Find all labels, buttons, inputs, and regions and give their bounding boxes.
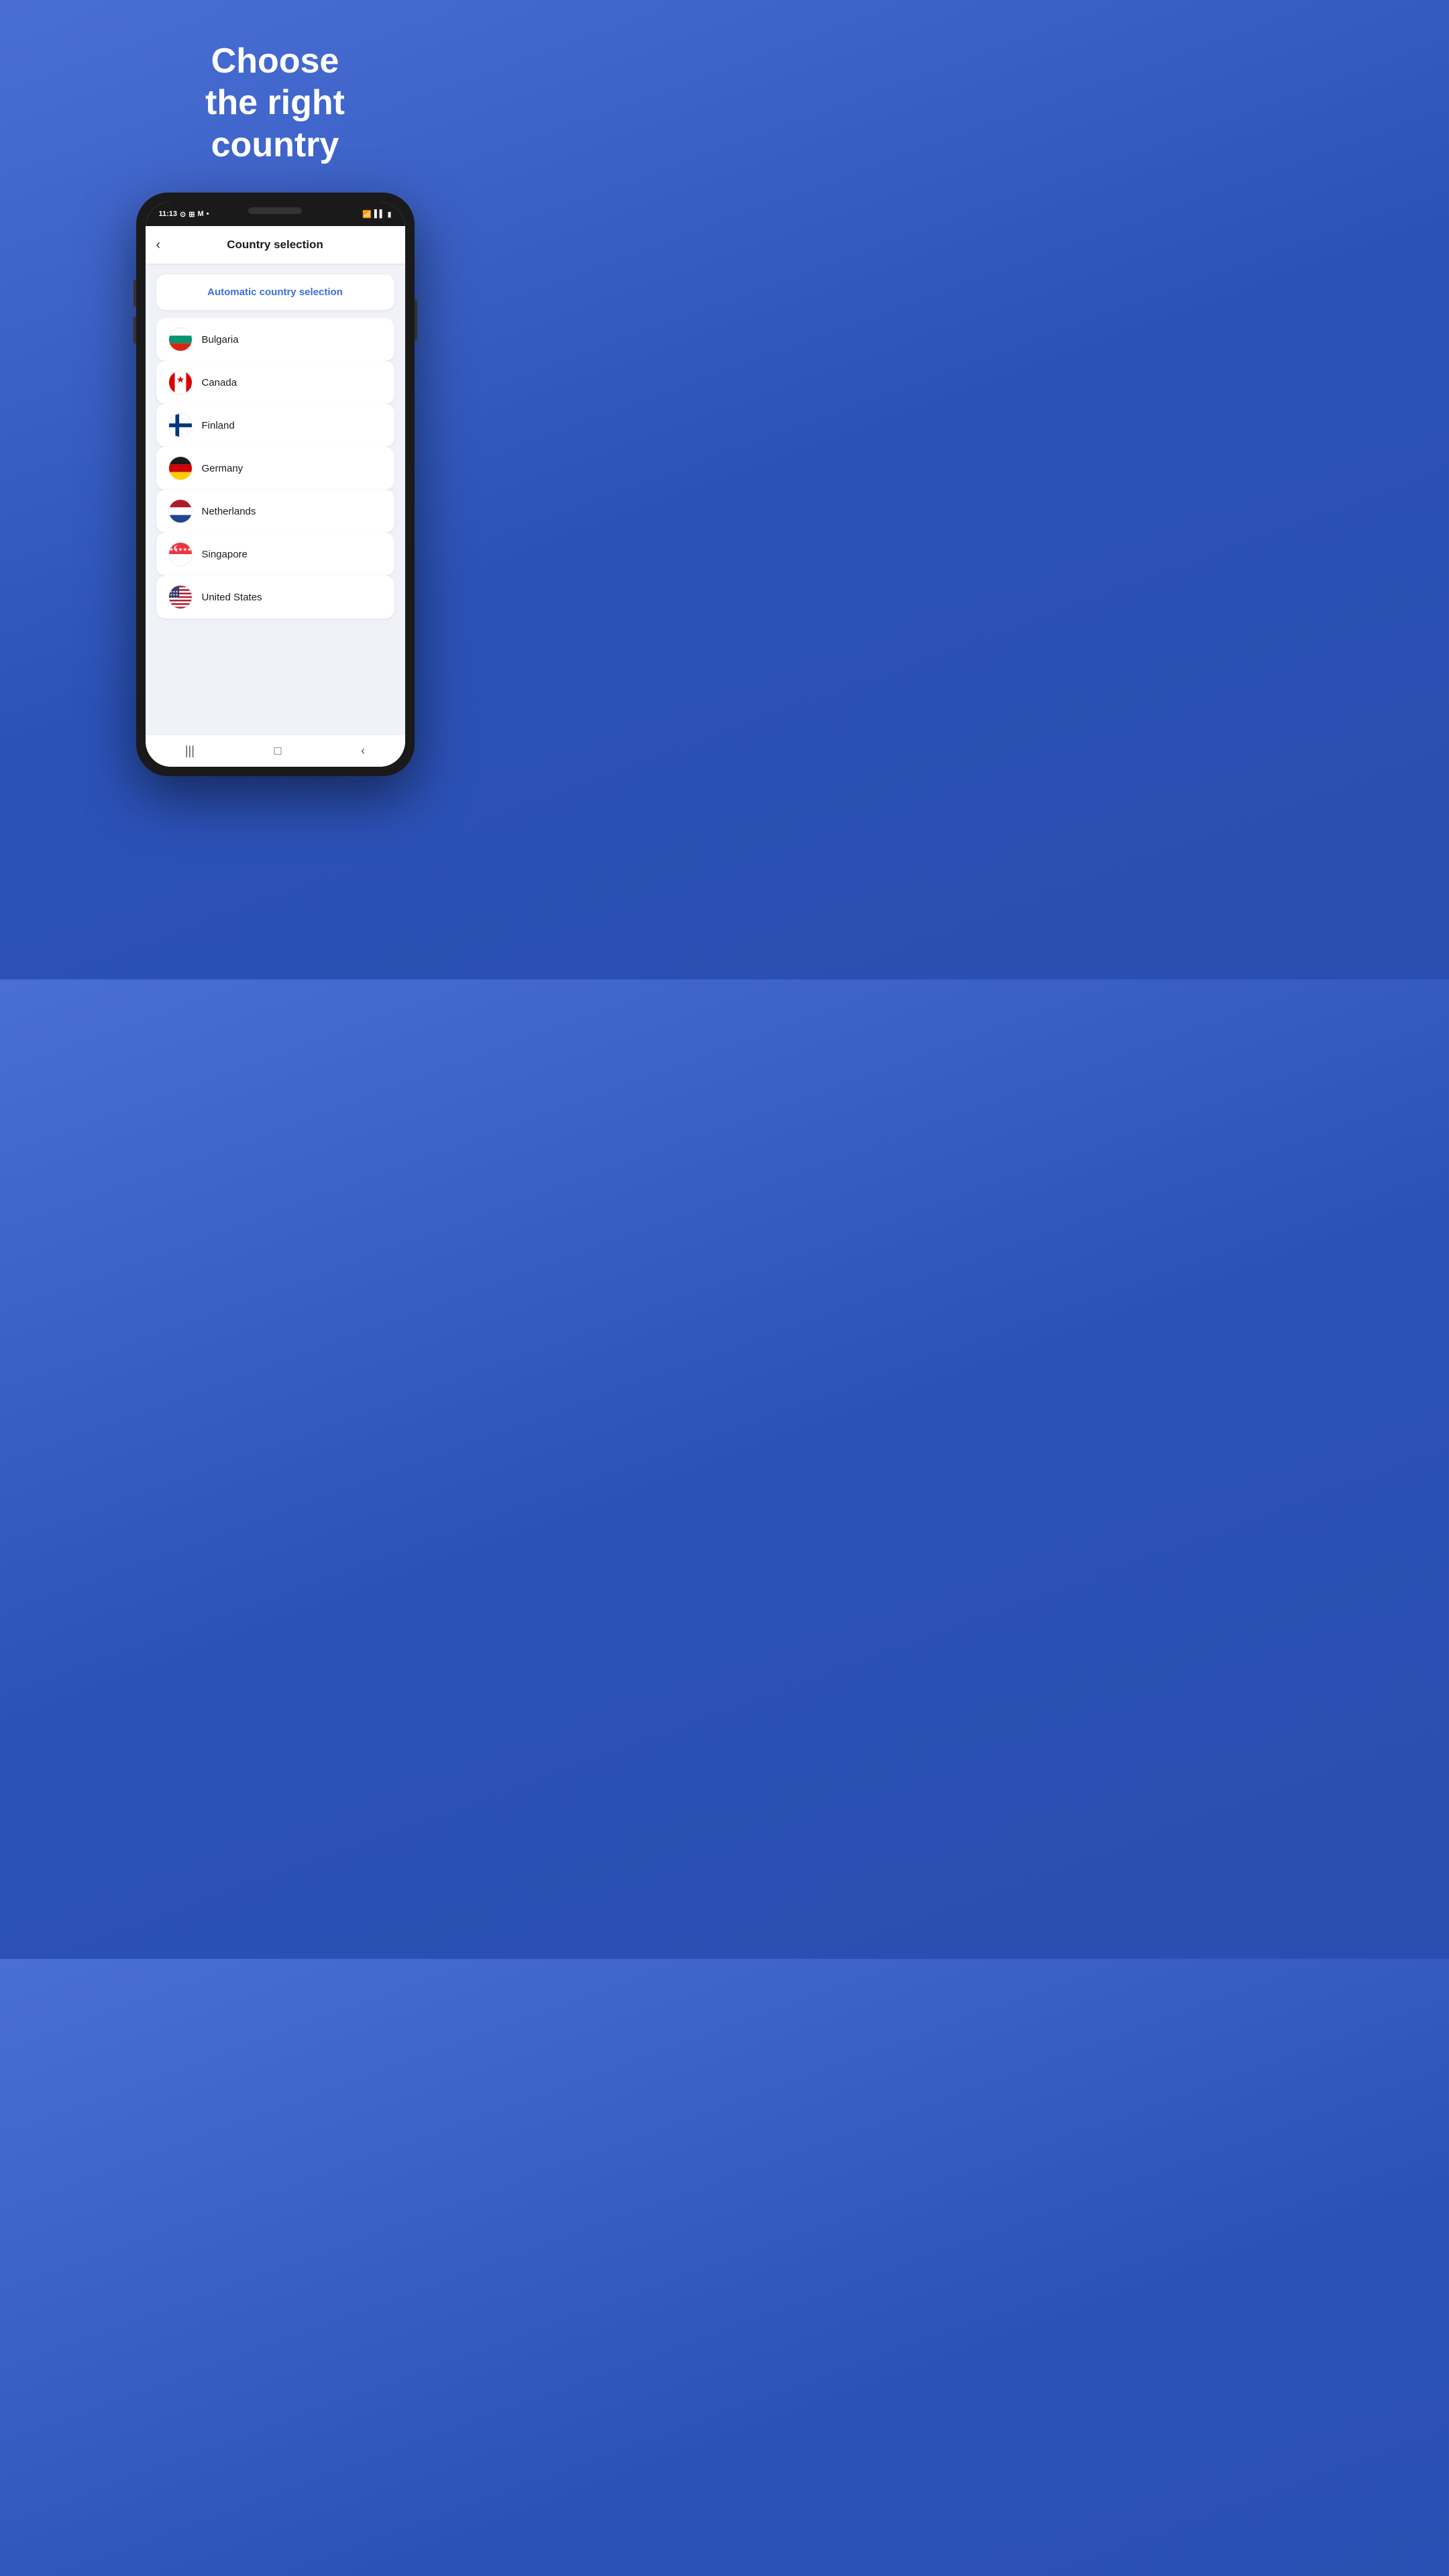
bottom-nav-bar: ||| □ ‹ [146,735,405,767]
flag-bulgaria [168,327,193,352]
hero-line1: Choose [205,40,345,82]
country-item-canada[interactable]: Canada [156,361,394,404]
hero-line3: country [205,124,345,166]
battery-icon: ▮ [387,210,391,219]
country-item-netherlands[interactable]: Netherlands [156,490,394,533]
dot-icon: • [207,210,209,218]
vol-up-button [133,280,136,307]
country-name-singapore: Singapore [202,549,248,560]
back-nav-button[interactable]: ‹ [347,739,378,763]
app-header: ‹ Country selection [146,226,405,264]
gallery-icon: ⊞ [189,210,195,219]
svg-text:★★★★★: ★★★★★ [169,546,192,552]
svg-text:★★★: ★★★ [170,596,178,600]
home-button[interactable]: □ [261,739,295,763]
flag-canada [168,370,193,394]
hero-text: Choose the right country [205,40,345,166]
flag-netherlands [168,499,193,523]
mail-icon: M [197,210,203,218]
country-item-finland[interactable]: Finland [156,404,394,447]
country-name-usa: United States [202,592,262,603]
flag-germany [168,456,193,480]
status-time: 11:13 [159,210,178,218]
phone-screen: 11:13 ⊙ ⊞ M • 📶 ▌▌ ▮ ‹ Country selection… [146,202,405,767]
country-item-germany[interactable]: Germany [156,447,394,490]
wifi-icon: 📶 [362,210,372,219]
status-right: 📶 ▌▌ ▮ [362,210,391,219]
back-button[interactable]: ‹ [156,237,161,253]
flag-usa: ★★★ ★★★ ★★★ [168,585,193,609]
country-name-bulgaria: Bulgaria [202,334,239,345]
country-list: Bulgaria Canada Finland Germany Netherla… [156,318,394,619]
country-item-singapore[interactable]: ★★★★★ Singapore [156,533,394,576]
status-bar: 11:13 ⊙ ⊞ M • 📶 ▌▌ ▮ [146,202,405,226]
country-item-bulgaria[interactable]: Bulgaria [156,318,394,361]
notch [248,207,302,214]
country-name-netherlands: Netherlands [202,506,256,517]
country-name-finland: Finland [202,420,235,431]
flag-singapore: ★★★★★ [168,542,193,566]
signal-bars-icon: ▌▌ [374,210,385,218]
app-content: Automatic country selection Bulgaria Can… [146,264,405,735]
flag-finland [168,413,193,437]
country-name-canada: Canada [202,377,237,388]
hero-line2: the right [205,82,345,123]
auto-country-select-button[interactable]: Automatic country selection [156,274,394,310]
country-name-germany: Germany [202,463,244,474]
recent-apps-button[interactable]: ||| [172,739,208,763]
location-icon: ⊙ [180,210,186,219]
power-button [415,300,417,340]
vol-down-button [133,317,136,343]
country-item-usa[interactable]: ★★★ ★★★ ★★★ United States [156,576,394,619]
status-left: 11:13 ⊙ ⊞ M • [159,210,209,219]
phone-device: 11:13 ⊙ ⊞ M • 📶 ▌▌ ▮ ‹ Country selection… [136,193,415,776]
page-title: Country selection [227,238,323,252]
